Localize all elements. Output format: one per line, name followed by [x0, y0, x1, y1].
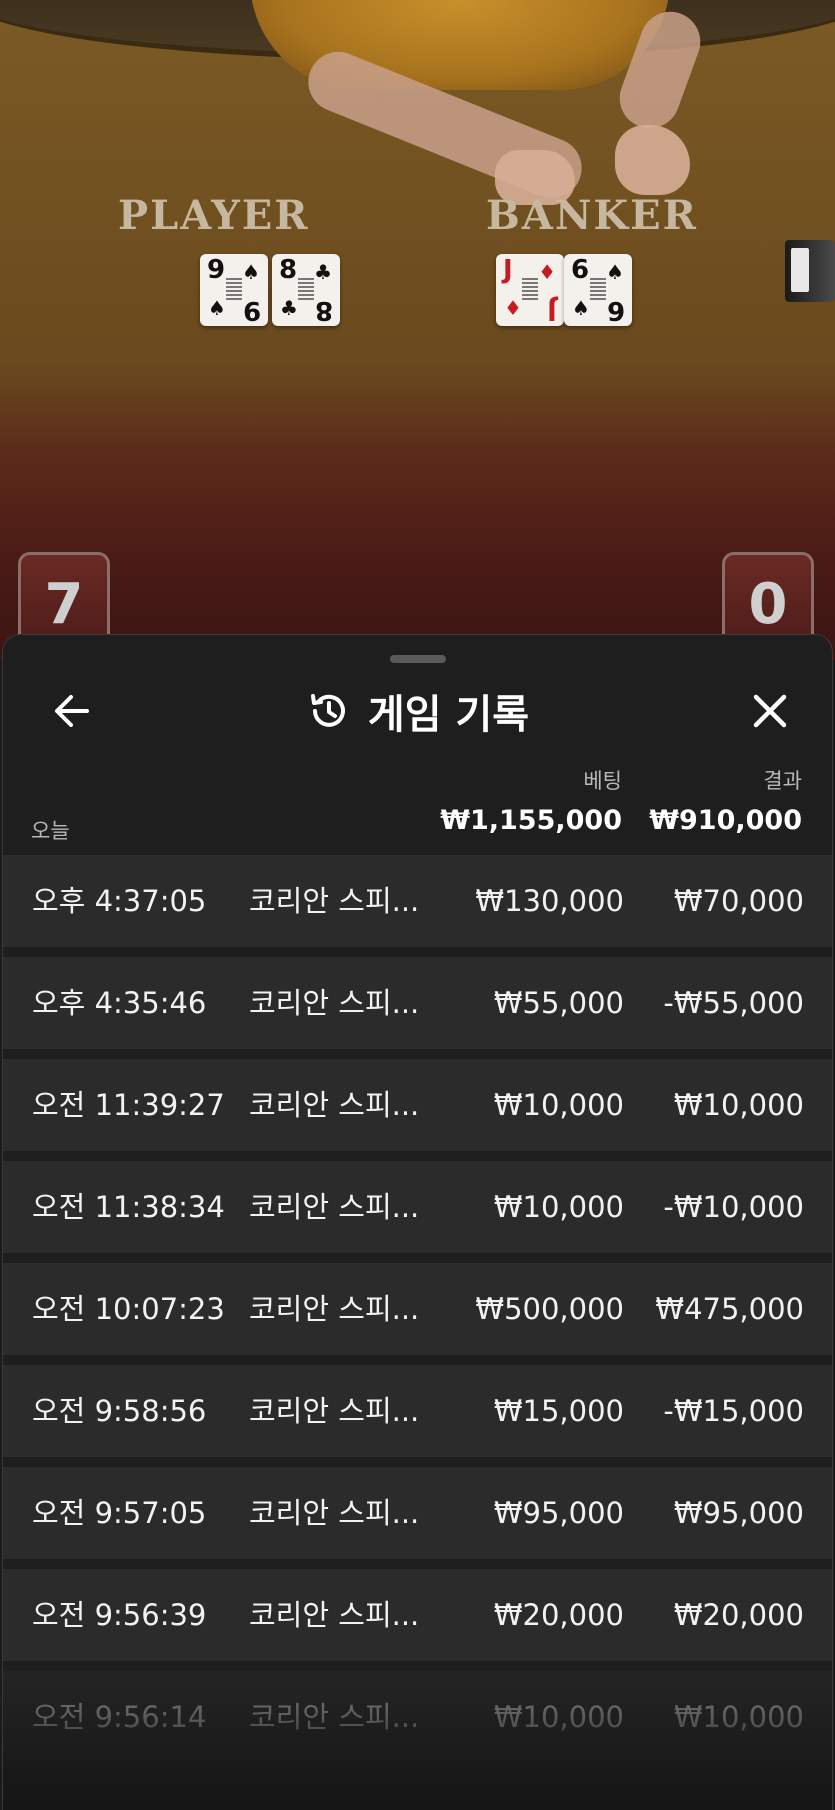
- row-result-amount: ₩475,000: [655, 1292, 804, 1326]
- card-rank: 8: [279, 255, 298, 285]
- row-time: 오전 9:56:14: [32, 1700, 207, 1734]
- row-time: 오전 9:58:56: [32, 1394, 207, 1428]
- row-bet-amount: ₩10,000: [493, 1190, 624, 1224]
- row-time: 오후 4:35:46: [32, 986, 207, 1020]
- row-time: 오후 4:37:05: [32, 884, 207, 918]
- dealer-hand-right: [615, 125, 690, 195]
- card-suit-icon: ♠: [242, 260, 260, 284]
- row-bet-amount: ₩10,000: [493, 1700, 624, 1734]
- row-game-name: 코리안 스피...: [249, 1292, 420, 1326]
- card-suit-icon: ♠: [572, 296, 590, 320]
- card-suit-icon: ♠: [606, 260, 624, 284]
- card-shoe: [785, 240, 835, 302]
- banker-card-1: J ♦ ♦ J: [496, 254, 564, 326]
- row-game-name: 코리안 스피...: [249, 1190, 420, 1224]
- card-rank: 9: [207, 255, 226, 285]
- row-result-amount: -₩15,000: [663, 1394, 804, 1428]
- row-time: 오전 11:39:27: [32, 1088, 225, 1122]
- history-row[interactable]: 오전 9:57:05 코리안 스피... ₩95,000 ₩95,000: [3, 1467, 832, 1559]
- row-bet-amount: ₩20,000: [493, 1598, 624, 1632]
- card-rank: 9: [242, 295, 261, 325]
- row-time: 오전 9:57:05: [32, 1496, 207, 1530]
- row-bet-amount: ₩55,000: [493, 986, 624, 1020]
- row-bet-amount: ₩10,000: [493, 1088, 624, 1122]
- close-icon: [753, 694, 787, 728]
- page-title: 게임 기록: [367, 692, 530, 738]
- player-card-1: 9 ♠ ♠ 9: [200, 254, 268, 326]
- row-result-amount: ₩10,000: [673, 1700, 804, 1734]
- player-zone-label: PLAYER: [118, 192, 310, 239]
- history-row[interactable]: 오전 10:07:23 코리안 스피... ₩500,000 ₩475,000: [3, 1263, 832, 1355]
- row-result-amount: ₩20,000: [673, 1598, 804, 1632]
- card-suit-icon: ♦: [504, 296, 522, 320]
- card-center-pattern: [226, 278, 242, 300]
- live-video-stage: PLAYER BANKER 9 ♠ ♠ 9 8 ♣ ♣ 8 J ♦ ♦ J 6 …: [0, 0, 835, 660]
- sheet-header: 게임 기록: [3, 683, 832, 739]
- row-time: 오전 11:38:34: [32, 1190, 225, 1224]
- player-card-2: 8 ♣ ♣ 8: [272, 254, 340, 326]
- date-group-label: 오늘: [31, 819, 70, 843]
- bet-column-header: 베팅: [583, 769, 622, 793]
- row-bet-amount: ₩95,000: [493, 1496, 624, 1530]
- card-suit-icon: ♣: [280, 296, 298, 320]
- history-row[interactable]: 오후 4:37:05 코리안 스피... ₩130,000 ₩70,000: [3, 855, 832, 947]
- banker-zone-label: BANKER: [486, 192, 698, 239]
- history-list: 오후 4:37:05 코리안 스피... ₩130,000 ₩70,000 오후 4:3…: [3, 855, 832, 1773]
- row-bet-amount: ₩130,000: [475, 884, 624, 918]
- card-rank: 6: [571, 255, 590, 285]
- history-icon: [310, 694, 345, 727]
- sheet-drag-handle[interactable]: [390, 655, 446, 663]
- row-time: 오전 10:07:23: [32, 1292, 225, 1326]
- row-bet-amount: ₩15,000: [493, 1394, 624, 1428]
- row-result-amount: ₩70,000: [673, 884, 804, 918]
- total-result: ₩910,000: [649, 805, 802, 836]
- card-suit-icon: ♦: [538, 260, 556, 284]
- card-center-pattern: [590, 278, 606, 300]
- close-button[interactable]: [742, 683, 798, 739]
- card-suit-icon: ♣: [314, 260, 332, 284]
- row-game-name: 코리안 스피...: [249, 1598, 420, 1632]
- history-row[interactable]: 오전 9:58:56 코리안 스피... ₩15,000 -₩15,000: [3, 1365, 832, 1457]
- game-history-sheet: 게임 기록 베팅 결과 오늘 ₩1,155,000 ₩910,000 오후 4:…: [2, 634, 833, 1810]
- row-bet-amount: ₩500,000: [475, 1292, 624, 1326]
- row-game-name: 코리안 스피...: [249, 986, 420, 1020]
- card-rank: J: [547, 295, 557, 325]
- row-time: 오전 9:56:39: [32, 1598, 207, 1632]
- row-game-name: 코리안 스피...: [249, 1088, 420, 1122]
- card-center-pattern: [298, 278, 314, 300]
- history-row[interactable]: 오전 9:56:39 코리안 스피... ₩20,000 ₩20,000: [3, 1569, 832, 1661]
- row-game-name: 코리안 스피...: [249, 1496, 420, 1530]
- history-row[interactable]: 오전 11:38:34 코리안 스피... ₩10,000 -₩10,000: [3, 1161, 832, 1253]
- row-result-amount: -₩55,000: [663, 986, 804, 1020]
- row-result-amount: ₩10,000: [673, 1088, 804, 1122]
- row-game-name: 코리안 스피...: [249, 1700, 420, 1734]
- row-result-amount: ₩95,000: [673, 1496, 804, 1530]
- result-column-header: 결과: [763, 769, 802, 793]
- card-rank: J: [503, 255, 513, 285]
- history-row[interactable]: 오전 11:39:27 코리안 스피... ₩10,000 ₩10,000: [3, 1059, 832, 1151]
- total-bet: ₩1,155,000: [440, 805, 622, 836]
- banker-card-2: 6 ♠ ♠ 6: [564, 254, 632, 326]
- card-suit-icon: ♠: [208, 296, 226, 320]
- history-row[interactable]: 오후 4:35:46 코리안 스피... ₩55,000 -₩55,000: [3, 957, 832, 1049]
- row-game-name: 코리안 스피...: [249, 884, 420, 918]
- card-rank: 8: [314, 295, 333, 325]
- history-row[interactable]: 오전 9:56:14 코리안 스피... ₩10,000 ₩10,000: [3, 1671, 832, 1763]
- card-center-pattern: [522, 278, 538, 300]
- card-rank: 6: [606, 295, 625, 325]
- row-result-amount: -₩10,000: [663, 1190, 804, 1224]
- row-game-name: 코리안 스피...: [249, 1394, 420, 1428]
